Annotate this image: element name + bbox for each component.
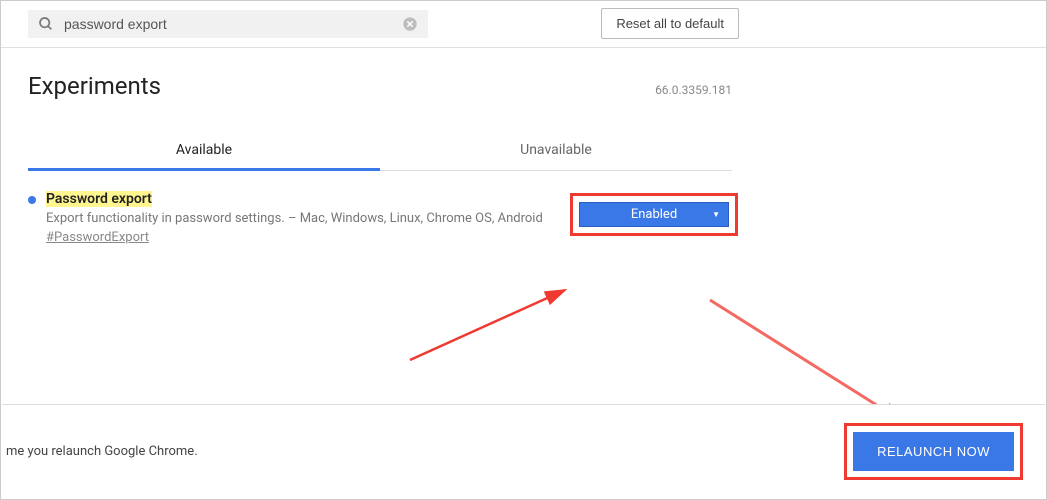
relaunch-highlight-box: RELAUNCH NOW <box>844 423 1023 480</box>
bottom-message: me you relaunch Google Chrome. <box>6 444 198 459</box>
version-label: 66.0.3359.181 <box>655 83 732 97</box>
clear-icon[interactable] <box>402 16 418 32</box>
reset-button[interactable]: Reset all to default <box>601 8 739 39</box>
flag-item: Password export Export functionality in … <box>28 171 732 255</box>
tab-available[interactable]: Available <box>28 130 380 170</box>
top-bar: Reset all to default <box>0 0 1047 48</box>
tab-unavailable[interactable]: Unavailable <box>380 130 732 170</box>
dropdown-highlight-box: Enabled ▼ <box>570 193 738 236</box>
relaunch-button[interactable]: RELAUNCH NOW <box>853 432 1014 471</box>
content-area: Experiments 66.0.3359.181 Available Unav… <box>0 48 760 255</box>
search-icon <box>38 16 54 32</box>
page-title: Experiments <box>28 72 161 100</box>
flag-hash-link[interactable]: #PasswordExport <box>46 230 149 245</box>
search-field[interactable] <box>28 10 428 38</box>
heading-row: Experiments 66.0.3359.181 <box>28 72 732 100</box>
search-input[interactable] <box>64 16 402 32</box>
change-indicator-icon <box>28 196 36 204</box>
flag-status-dropdown[interactable]: Enabled ▼ <box>579 202 729 227</box>
bottom-bar: me you relaunch Google Chrome. RELAUNCH … <box>2 404 1045 498</box>
flag-status-label: Enabled <box>631 207 677 222</box>
annotation-arrow-icon <box>400 275 600 375</box>
flag-title: Password export <box>46 191 152 207</box>
tabs: Available Unavailable <box>28 130 732 171</box>
chevron-down-icon: ▼ <box>712 210 720 219</box>
